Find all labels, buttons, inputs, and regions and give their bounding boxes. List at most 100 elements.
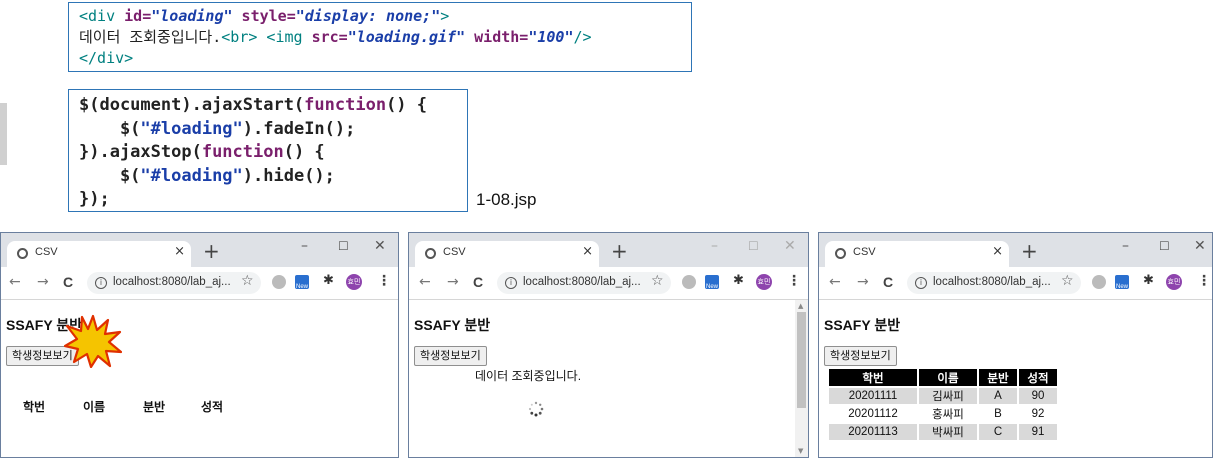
minimize-button[interactable]: – [711,238,718,254]
side-decoration [0,103,7,165]
page-content: SSAFY 분반 학생정보보기 데이터 조회중입니다. [409,300,808,457]
code-line-4: $("#loading").hide(); [79,165,457,189]
vertical-scrollbar[interactable]: ▲ ▼ [795,300,808,457]
page-content: SSAFY 분반 학생정보보기 학번 이름 분반 성적 20201111 김싸피… [819,300,1212,457]
new-extension-icon[interactable]: New [1115,275,1129,290]
code-text: $( [79,165,141,186]
forward-button[interactable]: → [447,274,459,290]
page-title: SSAFY 분반 [414,317,491,333]
extension-icon[interactable] [682,275,696,289]
code-line-3: </div> [79,48,681,69]
new-tab-button[interactable]: + [611,241,628,261]
code-tag: </div> [79,49,134,67]
tab-title: CSV [35,246,58,258]
info-icon[interactable]: i [505,277,517,289]
show-students-button[interactable]: 학생정보보기 [414,346,487,366]
code-string: "100" [528,28,574,46]
tab-bar: CSV × + – ☐ ✕ [1,233,398,267]
browser-toolbar: ← → C i localhost:8080/lab_aj... ☆ New ✱… [1,267,398,300]
menu-icon[interactable]: ⋮ [377,273,391,289]
table-header-row: 학번 이름 분반 성적 [829,369,1057,386]
star-icon[interactable]: ☆ [1061,273,1074,289]
address-bar[interactable]: i localhost:8080/lab_aj... [87,272,261,294]
code-text: () { [283,142,325,162]
star-icon[interactable]: ☆ [651,273,664,289]
puzzle-icon[interactable]: ✱ [733,273,747,288]
forward-button[interactable]: → [857,274,869,290]
column-header: 이름 [83,400,106,414]
table-cell: 20201112 [848,408,898,420]
close-window-button[interactable]: ✕ [1194,238,1206,254]
forward-button[interactable]: → [37,274,49,290]
js-code-snippet: $(document).ajaxStart(function() { $("#l… [68,89,468,212]
click-burst-icon [64,314,122,368]
maximize-button[interactable]: ☐ [338,239,349,253]
new-tab-button[interactable]: + [1021,241,1038,261]
scrollbar-thumb[interactable] [797,312,806,408]
page-content: SSAFY 분반 학생정보보기 학번 이름 분반 성적 [1,300,398,457]
address-bar[interactable]: i localhost:8080/lab_aj... [497,272,671,294]
minimize-button[interactable]: – [301,238,308,254]
column-header: 분반 [143,400,166,414]
browser-tab[interactable]: CSV × [415,241,599,267]
tab-close-icon[interactable]: × [582,244,593,259]
info-icon[interactable]: i [915,277,927,289]
reload-button[interactable]: C [63,274,73,290]
code-attr: style= [232,7,296,25]
code-tag: /> [573,28,592,46]
show-students-button[interactable]: 학생정보보기 [824,346,897,366]
tab-title: CSV [443,246,466,258]
tab-bar: CSV × + – ☐ ✕ [409,233,808,267]
close-window-button[interactable]: ✕ [374,238,386,254]
address-bar[interactable]: i localhost:8080/lab_aj... [907,272,1081,294]
extension-icon[interactable] [272,275,286,289]
tab-close-icon[interactable]: × [174,244,185,259]
new-extension-icon[interactable]: New [705,275,719,290]
profile-avatar[interactable]: 효민 [1166,274,1182,290]
code-text: ).fadeIn(); [242,118,356,139]
scroll-up-icon[interactable]: ▲ [798,302,803,310]
url-text: localhost:8080/lab_aj... [113,276,231,288]
code-line-2: $("#loading").fadeIn(); [79,118,457,142]
reload-button[interactable]: C [883,274,893,290]
extension-icon[interactable] [1092,275,1106,289]
back-button[interactable]: ← [419,274,431,290]
globe-icon [17,248,28,259]
reload-button[interactable]: C [473,274,483,290]
code-text: $( [79,118,141,139]
scroll-down-icon[interactable]: ▼ [798,447,803,455]
new-badge: New [705,284,718,290]
maximize-button[interactable]: ☐ [1159,239,1170,253]
close-window-button[interactable]: ✕ [784,238,796,254]
student-table: 학번 이름 분반 성적 20201111 김싸피 A 90 20201112 홍… [827,367,1059,442]
code-string: "loading" [151,7,233,25]
back-button[interactable]: ← [9,274,21,290]
tab-close-icon[interactable]: × [992,244,1003,259]
maximize-button[interactable]: ☐ [748,239,759,253]
puzzle-icon[interactable]: ✱ [323,273,337,288]
table-cell: 90 [1019,388,1057,404]
code-line-3: }).ajaxStop(function() { [79,141,457,165]
new-extension-icon[interactable]: New [295,275,309,290]
code-tag: <div [79,7,125,25]
code-keyword: function [304,95,387,115]
column-header: 성적 [1019,369,1057,386]
profile-avatar[interactable]: 효민 [346,274,362,290]
profile-avatar[interactable]: 효민 [756,274,772,290]
menu-icon[interactable]: ⋮ [787,273,801,289]
column-header: 학번 [23,400,46,414]
table-cell: 92 [1031,408,1045,420]
info-icon[interactable]: i [95,277,107,289]
new-tab-button[interactable]: + [203,241,220,261]
puzzle-icon[interactable]: ✱ [1143,273,1157,288]
star-icon[interactable]: ☆ [241,273,254,289]
back-button[interactable]: ← [829,274,841,290]
menu-icon[interactable]: ⋮ [1197,273,1211,289]
minimize-button[interactable]: – [1122,238,1129,254]
browser-tab[interactable]: CSV × [825,241,1009,267]
loading-spinner-icon [528,401,544,417]
browser-tab[interactable]: CSV × [7,241,191,267]
browser-window-loading: CSV × + – ☐ ✕ ← → C i localhost:8080/lab… [408,232,809,458]
table-row: 20201111 김싸피 A 90 [829,388,1057,404]
table-cell: 20201113 [829,424,917,440]
